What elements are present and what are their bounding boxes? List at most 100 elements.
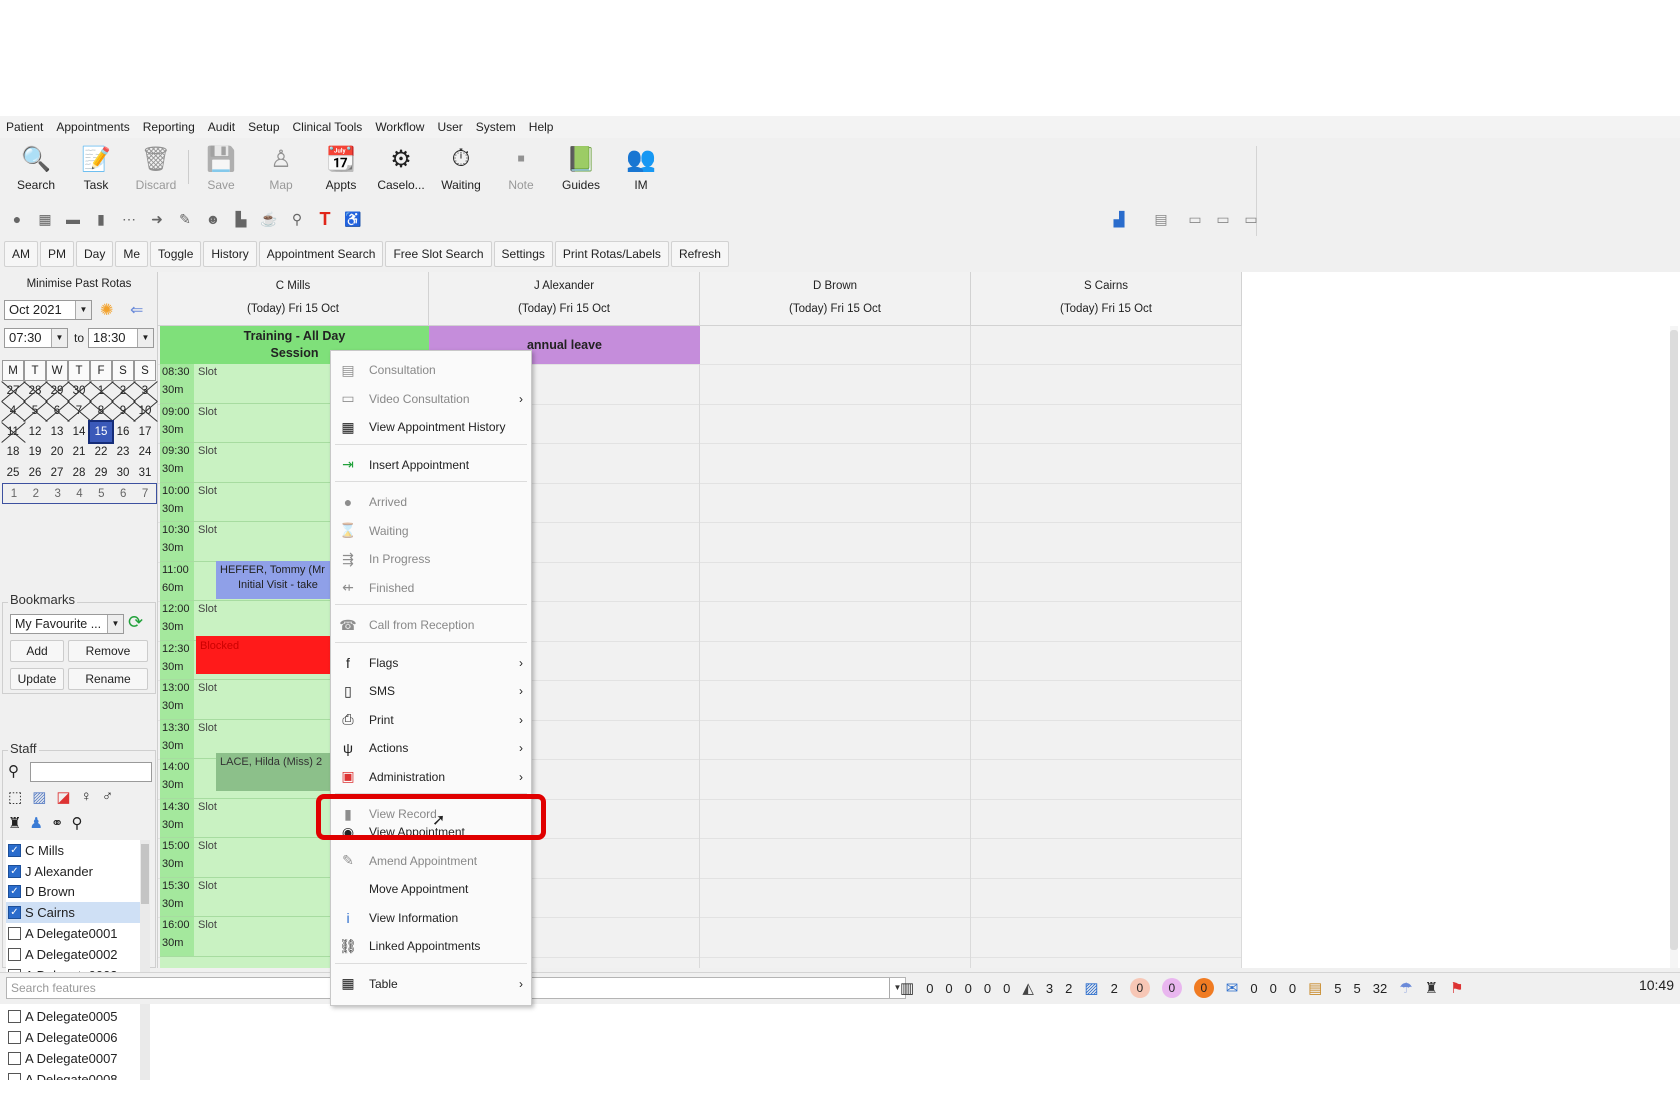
staff-checkbox[interactable]: ✓ [8,885,21,899]
calendar-day[interactable]: 6 [112,484,134,503]
calendar-day[interactable]: 29 [90,463,112,484]
menu-patient[interactable]: Patient [6,120,43,134]
context-video-consultation-item[interactable]: ▭ Video Consultation › [331,386,531,412]
person-icon[interactable]: ♟ [29,814,42,832]
context-linked-appointments-item[interactable]: ⛓ Linked Appointments [331,933,531,959]
calendar-icon[interactable]: ▨ [32,788,46,806]
calendar-day[interactable]: 14 [68,422,90,443]
calendar-day[interactable]: 8 [90,401,112,422]
calendar-day[interactable]: 17 [134,422,156,443]
menu-audit[interactable]: Audit [208,120,235,134]
stamp-icon[interactable]: ▬ [64,210,82,228]
nav-toggle-button[interactable]: Toggle [150,241,202,267]
calendar-day[interactable]: 9 [112,401,134,422]
menu-workflow[interactable]: Workflow [375,120,424,134]
calendar-day[interactable]: 2 [25,484,47,503]
bars-icon[interactable]: ▥ [900,979,914,997]
staff-list-item[interactable]: ✓ D Brown [6,882,140,903]
calendar-day[interactable]: 31 [134,463,156,484]
context-view-appointment-history-item[interactable]: ▦ View Appointment History [331,414,531,440]
calendar-day[interactable]: 19 [24,442,46,463]
toolbar-waiting-button[interactable]: ⏱ Waiting [431,140,491,200]
toolbar-caselo-button[interactable]: ⚙ Caselo... [371,140,431,200]
sun-icon[interactable]: ✺ [100,300,113,320]
calendar-day[interactable]: 23 [112,442,134,463]
wheelchair-icon[interactable]: ♿ [344,210,362,228]
staff-checkbox[interactable]: ✓ [8,843,21,857]
toolbar-save-button[interactable]: 💾 Save [191,140,251,200]
calendar-day[interactable]: 3 [47,484,69,503]
calendar-day[interactable]: 6 [46,401,68,422]
context-finished-item[interactable]: ⇷ Finished [331,575,531,601]
nav-print-rotas-labels-button[interactable]: Print Rotas/Labels [554,241,669,267]
nav-free-slot-search-button[interactable]: Free Slot Search [385,241,492,267]
staff-list-item[interactable]: ✓ C Mills [6,840,140,861]
context-sms-item[interactable]: ▯ SMS › [331,678,531,704]
nav-am-button[interactable]: AM [4,241,38,267]
status-dot-badge[interactable]: 0 [1129,978,1150,998]
context-waiting-item[interactable]: ⌛ Waiting [331,518,531,544]
context-move-appointment-item[interactable]: Move Appointment [331,876,531,902]
male-icon[interactable]: ♂ [102,788,113,806]
book-icon[interactable]: ▮ [92,210,110,228]
status-dot-badge[interactable]: 0 [1193,978,1214,998]
nav-pm-button[interactable]: PM [40,241,74,267]
toolbar-task-button[interactable]: 📝 Task [66,140,126,200]
calendar-day[interactable]: 29 [46,381,68,402]
column-body[interactable] [700,326,971,968]
month-select[interactable]: Oct 2021 ▼ [4,300,92,320]
context-in-progress-item[interactable]: ⇶ In Progress [331,546,531,572]
nav-appointment-search-button[interactable]: Appointment Search [258,241,384,267]
calendar-day[interactable]: 5 [24,401,46,422]
menu-user[interactable]: User [437,120,462,134]
update-bookmark-button[interactable]: Update [10,668,64,690]
printer-icon[interactable]: ▭ [1186,210,1204,228]
weather-icon[interactable]: ☂ [1399,979,1412,997]
document-icon[interactable]: ▤ [1308,979,1322,997]
context-arrived-item[interactable]: ● Arrived [331,489,531,515]
time-to-select[interactable]: 18:30 ▼ [88,328,154,348]
calendar-day[interactable]: 28 [24,381,46,402]
calendar-day[interactable]: 27 [2,381,24,402]
staff-checkbox[interactable]: ✓ [8,864,21,878]
toolbar-search-button[interactable]: 🔍 Search [6,140,66,200]
context-administration-item[interactable]: ▣ Administration › [331,764,531,790]
staff-checkbox[interactable] [8,927,21,941]
toolbar-im-button[interactable]: 👥 IM [611,140,671,200]
calendar-day[interactable]: 27 [46,463,68,484]
nav-refresh-button[interactable]: Refresh [670,241,729,267]
toolbar-guides-button[interactable]: 📗 Guides [551,140,611,200]
toolbar-discard-button[interactable]: 🗑 Discard [126,140,186,200]
staff-list-item[interactable]: A Delegate0006 [6,1027,140,1048]
pin-icon[interactable]: ⚲ [288,210,306,228]
back-arrow-icon[interactable]: ⇐ [130,300,143,320]
calendar-day[interactable]: 16 [112,422,134,443]
patient-icon[interactable]: ● [8,210,26,228]
context-flags-item[interactable]: f Flags › [331,650,531,676]
context-insert-appointment-item[interactable]: ⇥ Insert Appointment [331,452,531,478]
calendar-day[interactable]: 24 [134,442,156,463]
user-icon[interactable]: ♜ [1425,979,1438,997]
staff-checkbox[interactable] [8,947,21,961]
calendar-day[interactable]: 1 [90,381,112,402]
toolbar-appts-button[interactable]: 📆 Appts [311,140,371,200]
calendar-day[interactable]: 28 [68,463,90,484]
nav-history-button[interactable]: History [203,241,257,267]
staff-list-item[interactable]: ✓ J Alexander [6,861,140,882]
add-bookmark-button[interactable]: Add [10,640,64,662]
context-actions-item[interactable]: ψ Actions › [331,735,531,761]
staff-list-item[interactable]: ✓ S Cairns [6,902,140,924]
calendar-day[interactable]: 30 [112,463,134,484]
select-icon[interactable]: ⬚ [8,788,22,806]
menu-reporting[interactable]: Reporting [143,120,195,134]
calendar-day[interactable]: 15 [88,419,114,444]
coffee-icon[interactable]: ☕ [260,210,278,228]
staff-checkbox[interactable] [8,1010,21,1024]
time-from-select[interactable]: 07:30 ▼ [4,328,68,348]
calendar-day[interactable]: 13 [46,422,68,443]
arrow-right-icon[interactable]: ➜ [148,210,166,228]
chart-icon[interactable]: ◪ [56,788,70,806]
staff-checkbox[interactable] [8,1031,21,1045]
scrollbar-thumb[interactable] [1670,330,1678,950]
toolbar-map-button[interactable]: ♙ Map [251,140,311,200]
